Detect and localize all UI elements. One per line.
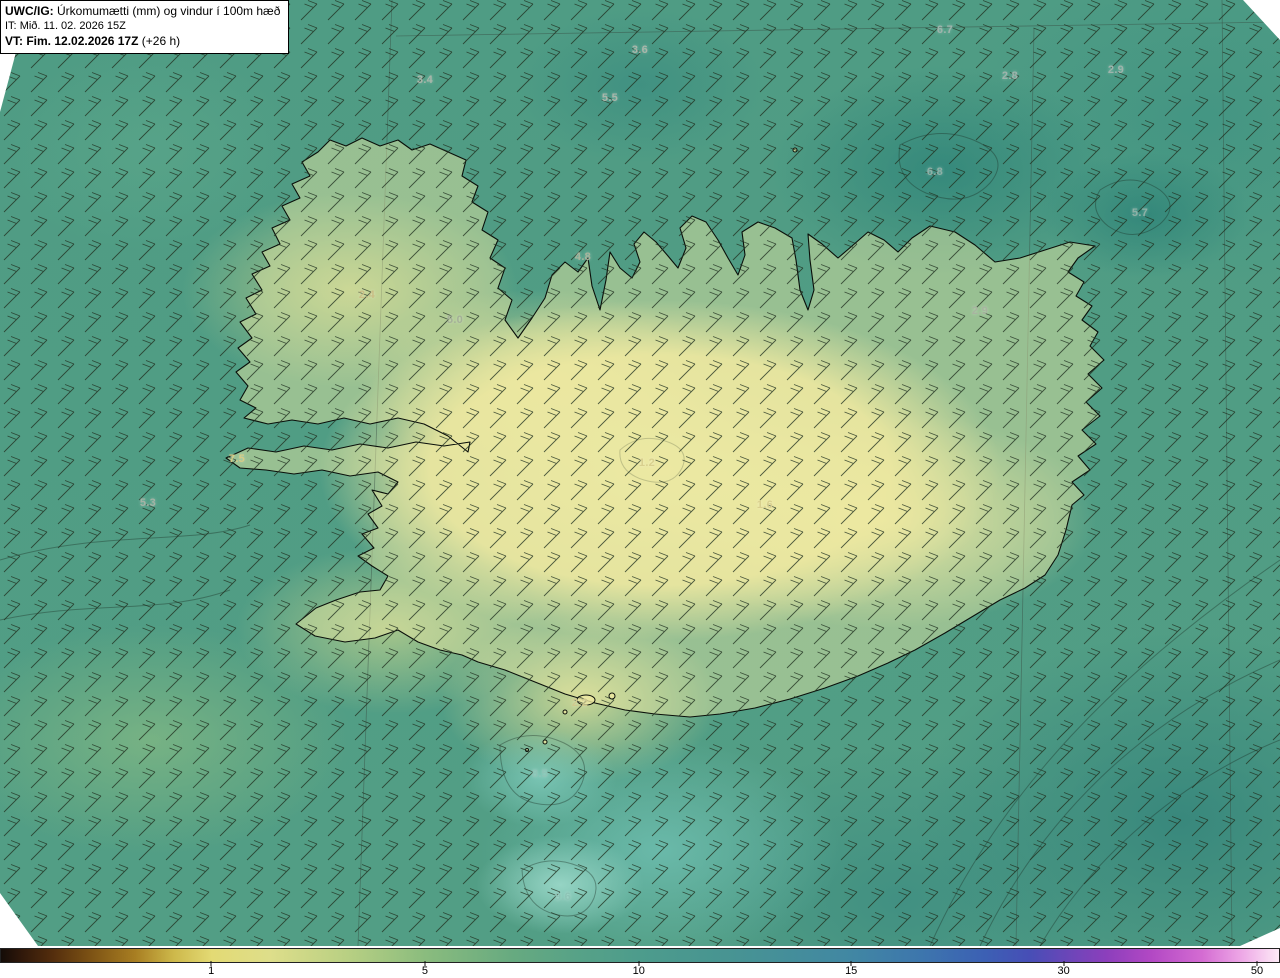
init-time-label: IT:: [5, 20, 17, 32]
colorbar-tick-label: 5: [421, 965, 429, 977]
wind-barbs-layer: [0, 0, 1280, 946]
weather-map: 3.4 3.6 5.5 6.7 2.8 2.9 6.8 5.7 4.8 2.4 5.0 2.9 5.3 7…: [0, 0, 1280, 946]
map-title-line: UWC/IG: Úrkomumætti (mm) og vindur í 100…: [5, 4, 280, 19]
valid-time-label: VT:: [5, 34, 23, 48]
colorbar-tick-layer: 1 5 10 15 30 50: [0, 948, 1280, 978]
valid-time-offset: (+26 h): [141, 34, 181, 48]
colorbar-tick-label: 30: [1057, 965, 1070, 977]
product-label: UWC/IG:: [5, 4, 54, 18]
init-time-line: IT: Mið. 11. 02. 2026 15Z: [5, 19, 280, 34]
colorbar-tick-label: 10: [632, 965, 645, 977]
colorbar-tick-label: 15: [845, 965, 858, 977]
colorbar-area: 1 5 10 15 30 50: [0, 946, 1280, 978]
colorbar-tick-label: 50: [1250, 965, 1264, 977]
valid-time-value: Fim. 12.02.2026 17Z: [26, 34, 139, 48]
map-overlay: [0, 0, 1280, 946]
map-title: Úrkomumætti (mm) og vindur í 100m hæð: [57, 4, 281, 18]
map-info-box: UWC/IG: Úrkomumætti (mm) og vindur í 100…: [0, 0, 290, 54]
valid-time-line: VT: Fim. 12.02.2026 17Z (+26 h): [5, 34, 280, 49]
colorbar-tick-label: 1: [208, 965, 215, 977]
init-time-value: Mið. 11. 02. 2026 15Z: [19, 20, 126, 32]
